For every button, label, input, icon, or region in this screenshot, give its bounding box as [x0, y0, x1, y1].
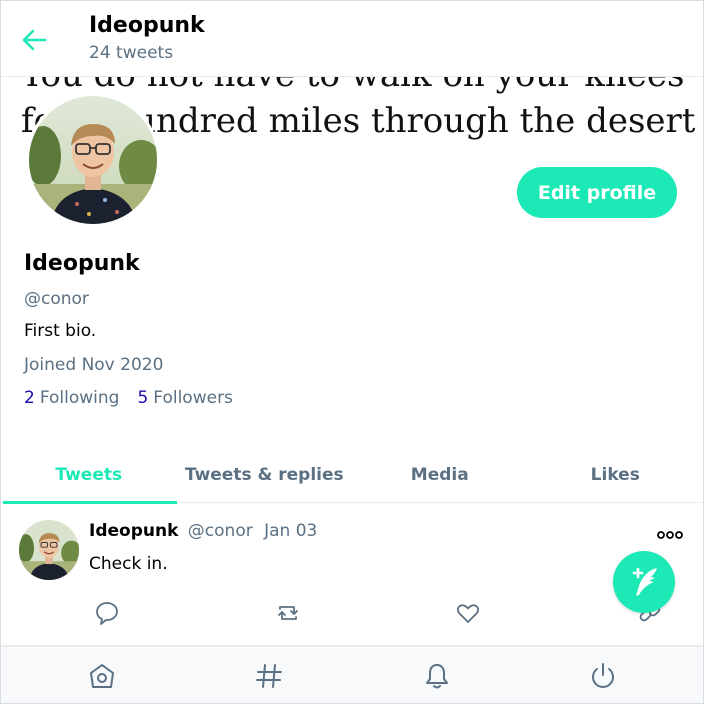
- profile-name: Ideopunk: [24, 251, 140, 276]
- compose-tweet-button[interactable]: [613, 551, 675, 613]
- comment-icon: [96, 602, 118, 625]
- tab-tweets-and-replies[interactable]: Tweets & replies: [177, 447, 353, 503]
- following-count: 2: [24, 388, 35, 408]
- feather-plus-icon: [632, 567, 657, 596]
- home-icon: [90, 664, 114, 688]
- tab-media[interactable]: Media: [352, 447, 528, 503]
- following-label: Following: [39, 388, 120, 408]
- more-options-button[interactable]: [657, 526, 683, 539]
- followers-link[interactable]: 5 Followers: [137, 388, 232, 408]
- tweet-date: Jan 03: [264, 521, 318, 541]
- tweet-author-name[interactable]: Ideopunk: [89, 521, 178, 541]
- power-icon: [592, 663, 614, 688]
- profile-tabs: Tweets Tweets & replies Media Likes: [1, 447, 704, 504]
- avatar-photo: [19, 520, 79, 580]
- retweet-button[interactable]: [275, 600, 301, 626]
- retweet-icon: [278, 606, 298, 620]
- tweet-item[interactable]: Ideopunk @conor Jan 03 Check in.: [1, 504, 703, 646]
- reply-button[interactable]: [94, 600, 120, 626]
- avatar-photo: [29, 96, 157, 224]
- tweet-meta: Ideopunk @conor Jan 03: [89, 521, 317, 541]
- bell-icon: [426, 664, 448, 689]
- hashtag-icon: [256, 664, 282, 688]
- more-dots-icon: [657, 531, 683, 539]
- followers-label: Followers: [153, 388, 233, 408]
- profile-joined: Joined Nov 2020: [24, 355, 164, 375]
- edit-profile-button[interactable]: Edit profile: [517, 167, 677, 218]
- tweet-avatar[interactable]: [19, 520, 79, 580]
- tweet-count: 24 tweets: [89, 43, 174, 63]
- back-button[interactable]: [19, 25, 49, 55]
- tweet-author-handle: @conor: [187, 521, 253, 541]
- nav-notifications[interactable]: [422, 661, 452, 691]
- nav-logout[interactable]: [588, 661, 618, 691]
- profile-header: Ideopunk 24 tweets: [1, 1, 703, 77]
- nav-home[interactable]: [87, 661, 117, 691]
- nav-explore[interactable]: [254, 661, 284, 691]
- profile-avatar[interactable]: [26, 93, 160, 227]
- heart-icon: [457, 604, 479, 623]
- tab-likes[interactable]: Likes: [528, 447, 704, 503]
- following-link[interactable]: 2 Following: [24, 388, 119, 408]
- profile-handle: @conor: [24, 289, 89, 309]
- follow-stats: 2 Following 5 Followers: [24, 388, 233, 408]
- arrow-left-icon: [22, 29, 47, 51]
- like-button[interactable]: [455, 600, 481, 626]
- tab-tweets[interactable]: Tweets: [1, 447, 177, 504]
- app-frame: You do not have to walk on your knees fo…: [0, 0, 704, 704]
- tweet-text: Check in.: [89, 554, 168, 574]
- followers-count: 5: [137, 388, 149, 408]
- header-title: Ideopunk: [89, 13, 205, 38]
- profile-bio: First bio.: [24, 321, 97, 341]
- bottom-navigation: [1, 646, 703, 703]
